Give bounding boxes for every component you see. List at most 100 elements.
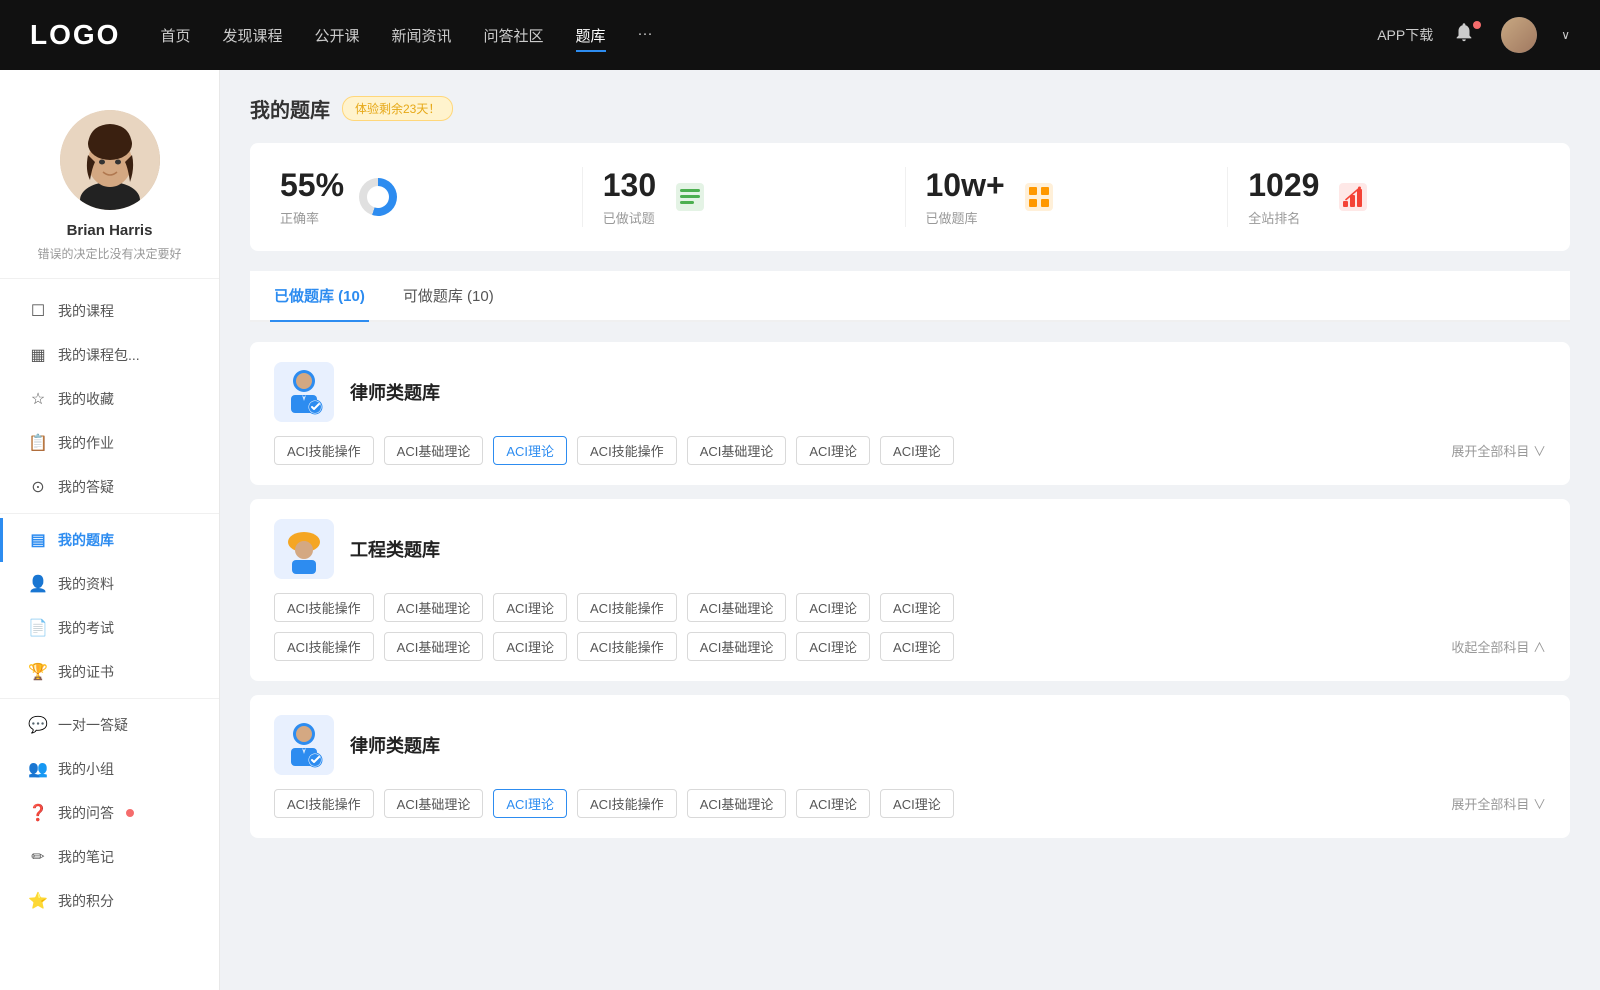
sidebar-item-exam[interactable]: 📄 我的考试 bbox=[0, 606, 219, 650]
tag-eng-r2-1[interactable]: ACI基础理论 bbox=[384, 632, 484, 661]
sidebar-item-qbank[interactable]: ▤ 我的题库 bbox=[0, 518, 219, 562]
stat-ranking-value: 1029 bbox=[1248, 167, 1319, 204]
stat-banks-label: 已做题库 bbox=[926, 208, 1005, 227]
sidebar-item-favorites[interactable]: ☆ 我的收藏 bbox=[0, 377, 219, 421]
course-package-icon: ▦ bbox=[28, 345, 48, 365]
notes-icon: ✏ bbox=[28, 847, 48, 867]
tag-lawyer2-4[interactable]: ACI基础理论 bbox=[687, 789, 787, 818]
avatar[interactable] bbox=[1501, 17, 1537, 53]
course-icon: ☐ bbox=[28, 301, 48, 321]
qbank-icon: ▤ bbox=[28, 530, 48, 550]
sidebar-item-notes[interactable]: ✏ 我的笔记 bbox=[0, 835, 219, 879]
avatar-chevron[interactable]: ∨ bbox=[1561, 28, 1570, 42]
tag-lawyer2-1[interactable]: ACI基础理论 bbox=[384, 789, 484, 818]
stat-accuracy: 55% 正确率 bbox=[270, 167, 583, 227]
tag-lawyer2-2[interactable]: ACI理论 bbox=[493, 789, 567, 818]
tag-lawyer1-0[interactable]: ACI技能操作 bbox=[274, 436, 374, 465]
nav-opencourse[interactable]: 公开课 bbox=[314, 25, 359, 46]
lawyer-icon bbox=[281, 367, 327, 417]
sidebar-item-course[interactable]: ☐ 我的课程 bbox=[0, 289, 219, 333]
grid-icon bbox=[1019, 177, 1059, 217]
profile-section: Brian Harris 错误的决定比没有决定要好 bbox=[0, 90, 219, 279]
tag-lawyer1-6[interactable]: ACI理论 bbox=[880, 436, 954, 465]
tag-lawyer1-3[interactable]: ACI技能操作 bbox=[577, 436, 677, 465]
nav-links: 首页 发现课程 公开课 新闻资讯 问答社区 题库 ··· bbox=[160, 25, 1377, 46]
qbank-card-lawyer2: 律师类题库 ACI技能操作 ACI基础理论 ACI理论 ACI技能操作 ACI基… bbox=[250, 695, 1570, 838]
tag-eng-2[interactable]: ACI理论 bbox=[493, 593, 567, 622]
tab-done[interactable]: 已做题库 (10) bbox=[270, 271, 369, 320]
sidebar-item-tutor[interactable]: 💬 一对一答疑 bbox=[0, 703, 219, 747]
tutor-icon: 💬 bbox=[28, 715, 48, 735]
tag-eng-4[interactable]: ACI基础理论 bbox=[687, 593, 787, 622]
tag-eng-1[interactable]: ACI基础理论 bbox=[384, 593, 484, 622]
sidebar-item-points[interactable]: ⭐ 我的积分 bbox=[0, 879, 219, 923]
divider1 bbox=[0, 513, 219, 514]
nav-home[interactable]: 首页 bbox=[160, 25, 190, 46]
qbank-card-lawyer1: 律师类题库 ACI技能操作 ACI基础理论 ACI理论 ACI技能操作 ACI基… bbox=[250, 342, 1570, 485]
questions-badge bbox=[126, 809, 134, 817]
avatar-portrait bbox=[60, 110, 160, 210]
trial-badge: 体验剩余23天！ bbox=[342, 96, 453, 121]
sidebar-item-course-package[interactable]: ▦ 我的课程包... bbox=[0, 333, 219, 377]
nav-qa[interactable]: 问答社区 bbox=[484, 25, 544, 46]
qbank-title-engineer: 工程类题库 bbox=[350, 536, 440, 562]
sidebar-item-questions[interactable]: ❓ 我的问答 bbox=[0, 791, 219, 835]
tab-available[interactable]: 可做题库 (10) bbox=[399, 271, 498, 320]
expand-lawyer1[interactable]: 展开全部科目 ∨ bbox=[1451, 441, 1546, 460]
expand-lawyer2[interactable]: 展开全部科目 ∨ bbox=[1451, 794, 1546, 813]
nav-news[interactable]: 新闻资讯 bbox=[392, 25, 452, 46]
tag-lawyer2-0[interactable]: ACI技能操作 bbox=[274, 789, 374, 818]
tag-lawyer1-5[interactable]: ACI理论 bbox=[796, 436, 870, 465]
tags-row-engineer-2: ACI技能操作 ACI基础理论 ACI理论 ACI技能操作 ACI基础理论 AC… bbox=[274, 632, 1546, 661]
homework-icon: 📋 bbox=[28, 433, 48, 453]
sidebar: Brian Harris 错误的决定比没有决定要好 ☐ 我的课程 ▦ 我的课程包… bbox=[0, 70, 220, 990]
tags-section-engineer: ACI技能操作 ACI基础理论 ACI理论 ACI技能操作 ACI基础理论 AC… bbox=[274, 593, 1546, 661]
nav-discover[interactable]: 发现课程 bbox=[222, 25, 282, 46]
list-icon bbox=[670, 177, 710, 217]
profile-motto: 错误的决定比没有决定要好 bbox=[37, 245, 181, 262]
qa-icon: ⊙ bbox=[28, 477, 48, 497]
page-title: 我的题库 bbox=[250, 94, 330, 123]
tag-lawyer2-5[interactable]: ACI理论 bbox=[796, 789, 870, 818]
tag-eng-r2-6[interactable]: ACI理论 bbox=[880, 632, 954, 661]
tag-eng-r2-0[interactable]: ACI技能操作 bbox=[274, 632, 374, 661]
stat-ranking: 1029 全站排名 bbox=[1228, 167, 1550, 227]
questions-icon: ❓ bbox=[28, 803, 48, 823]
tag-lawyer1-1[interactable]: ACI基础理论 bbox=[384, 436, 484, 465]
points-icon: ⭐ bbox=[28, 891, 48, 911]
profile-avatar bbox=[60, 110, 160, 210]
tag-eng-0[interactable]: ACI技能操作 bbox=[274, 593, 374, 622]
tag-lawyer2-6[interactable]: ACI理论 bbox=[880, 789, 954, 818]
tags-row-engineer-1: ACI技能操作 ACI基础理论 ACI理论 ACI技能操作 ACI基础理论 AC… bbox=[274, 593, 1546, 622]
divider2 bbox=[0, 698, 219, 699]
engineer-icon bbox=[281, 524, 327, 574]
tag-eng-r2-4[interactable]: ACI基础理论 bbox=[687, 632, 787, 661]
tag-lawyer1-4[interactable]: ACI基础理论 bbox=[687, 436, 787, 465]
app-download-button[interactable]: APP下载 bbox=[1377, 25, 1433, 45]
tag-eng-5[interactable]: ACI理论 bbox=[796, 593, 870, 622]
tabs-bar: 已做题库 (10) 可做题库 (10) bbox=[250, 271, 1570, 322]
collapse-engineer[interactable]: 收起全部科目 ∧ bbox=[1451, 637, 1546, 656]
tag-eng-3[interactable]: ACI技能操作 bbox=[577, 593, 677, 622]
stat-accuracy-label: 正确率 bbox=[280, 208, 344, 227]
sidebar-item-certificate[interactable]: 🏆 我的证书 bbox=[0, 650, 219, 694]
stat-ranking-label: 全站排名 bbox=[1248, 208, 1319, 227]
sidebar-item-qa[interactable]: ⊙ 我的答疑 bbox=[0, 465, 219, 509]
logo: LOGO bbox=[30, 19, 120, 51]
tag-eng-6[interactable]: ACI理论 bbox=[880, 593, 954, 622]
star-icon: ☆ bbox=[28, 389, 48, 409]
nav-more[interactable]: ··· bbox=[638, 25, 653, 46]
qbank-icon-lawyer1 bbox=[274, 362, 334, 422]
sidebar-item-group[interactable]: 👥 我的小组 bbox=[0, 747, 219, 791]
stat-done-label: 已做试题 bbox=[603, 208, 656, 227]
tag-eng-r2-3[interactable]: ACI技能操作 bbox=[577, 632, 677, 661]
nav-qbank[interactable]: 题库 bbox=[576, 25, 606, 46]
notification-bell[interactable] bbox=[1453, 21, 1481, 49]
tag-lawyer1-2[interactable]: ACI理论 bbox=[493, 436, 567, 465]
tag-eng-r2-2[interactable]: ACI理论 bbox=[493, 632, 567, 661]
stat-banks-value: 10w+ bbox=[926, 167, 1005, 204]
tag-lawyer2-3[interactable]: ACI技能操作 bbox=[577, 789, 677, 818]
tag-eng-r2-5[interactable]: ACI理论 bbox=[796, 632, 870, 661]
sidebar-item-homework[interactable]: 📋 我的作业 bbox=[0, 421, 219, 465]
sidebar-item-profile[interactable]: 👤 我的资料 bbox=[0, 562, 219, 606]
